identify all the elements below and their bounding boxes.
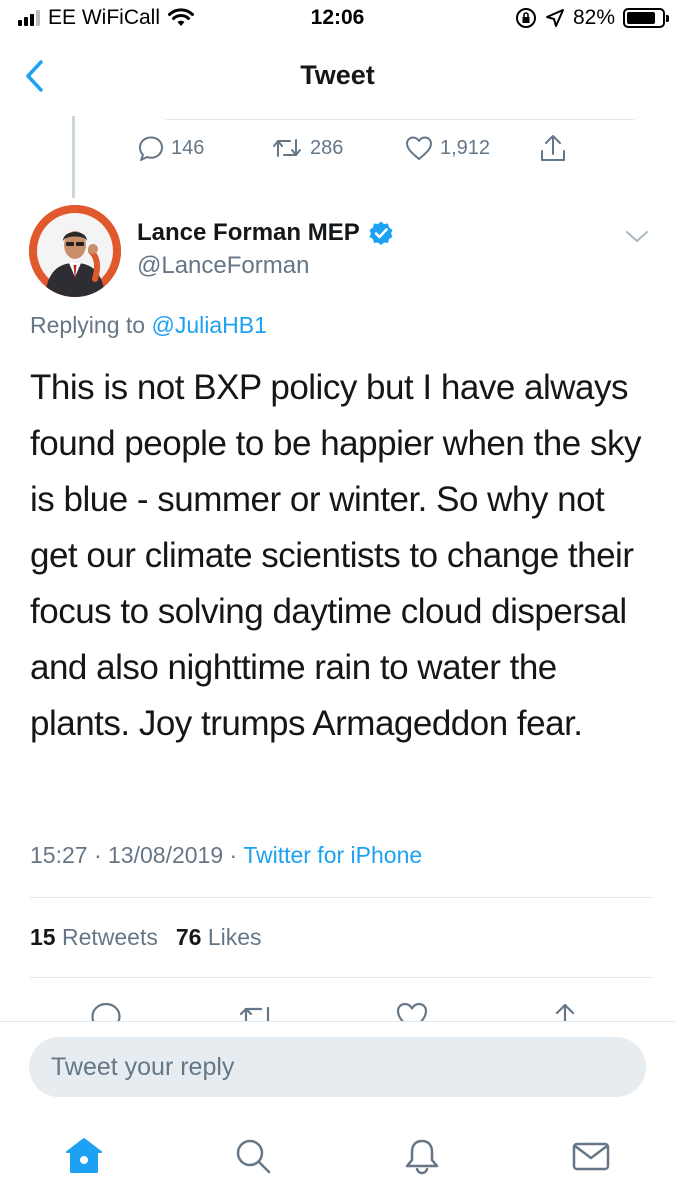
navigation-bar: Tweet [0, 42, 675, 112]
likes-stat-label: Likes [207, 924, 262, 950]
tweet-stats: 15 Retweets 76 Likes [30, 924, 262, 951]
like-count: 1,912 [440, 136, 491, 159]
tab-notifications[interactable] [400, 1134, 444, 1178]
meta-separator: · [229, 842, 238, 868]
avatar-image [29, 205, 121, 297]
reply-icon [139, 136, 163, 161]
tweet-action-bar [0, 996, 675, 1022]
meta-separator: · [93, 842, 102, 868]
share-icon [550, 1003, 580, 1022]
retweet-icon [239, 1006, 270, 1022]
verified-badge-icon [369, 221, 393, 245]
reply-input-placeholder: Tweet your reply [51, 1052, 235, 1081]
battery-icon [623, 8, 669, 28]
retweet-icon [273, 139, 301, 157]
retweet-button[interactable] [237, 1000, 277, 1022]
stats-divider-top [30, 897, 653, 898]
reply-icon [91, 1002, 121, 1022]
heart-icon [406, 136, 432, 160]
author-name[interactable]: Lance Forman MEP [137, 219, 394, 247]
previous-tweet-actions: 146 286 1,912 [0, 132, 675, 168]
replying-to-line: Replying to @JuliaHB1 [30, 312, 267, 339]
tweet-options-button[interactable] [623, 224, 651, 248]
location-icon [545, 9, 564, 27]
retweets-stat[interactable]: 15 Retweets [30, 924, 158, 951]
tab-messages[interactable] [569, 1134, 613, 1178]
messages-icon [572, 1142, 610, 1171]
reply-action[interactable]: 146 [137, 134, 204, 162]
status-indicators: 82% [515, 6, 669, 30]
like-action[interactable]: 1,912 [404, 134, 490, 162]
share-button[interactable] [547, 1000, 583, 1022]
stats-divider-bottom [30, 977, 653, 978]
tweet-source-link[interactable]: Twitter for iPhone [243, 842, 422, 868]
search-icon [236, 1139, 271, 1174]
retweet-action[interactable]: 286 [270, 134, 343, 162]
share-action[interactable] [538, 132, 568, 164]
author-avatar[interactable] [29, 205, 121, 297]
retweet-count: 286 [310, 136, 344, 159]
chevron-down-icon [626, 231, 648, 242]
status-bar: EE WiFiCall 12:06 82% [0, 0, 675, 38]
previous-tweet-edge [160, 112, 640, 120]
likes-stat-count: 76 [175, 924, 202, 950]
orientation-lock-icon [515, 8, 536, 28]
retweets-stat-count: 15 [30, 924, 56, 950]
tab-search[interactable] [231, 1134, 275, 1178]
tweet-time: 15:27 [30, 842, 88, 868]
replying-to-label: Replying to [30, 312, 146, 338]
reply-button[interactable] [89, 1000, 123, 1022]
author-handle[interactable]: @LanceForman [137, 252, 309, 280]
tweet-text: This is not BXP policy but I have always… [30, 368, 641, 743]
tab-bar [0, 1120, 675, 1200]
page-title: Tweet [300, 60, 375, 90]
retweets-stat-label: Retweets [61, 924, 158, 950]
share-icon [541, 135, 565, 161]
heart-icon [396, 1002, 428, 1022]
author-name-text: Lance Forman MEP [137, 219, 360, 246]
tweet-metadata: 15:27 · 13/08/2019 · Twitter for iPhone [30, 842, 422, 869]
replying-to-mention[interactable]: @JuliaHB1 [151, 312, 266, 338]
battery-percent: 82% [572, 6, 615, 29]
tweet-date: 13/08/2019 [108, 842, 224, 868]
composer-divider [0, 1021, 675, 1022]
home-icon [66, 1138, 102, 1173]
likes-stat[interactable]: 76 Likes [176, 924, 262, 951]
tab-home[interactable] [62, 1134, 106, 1178]
notifications-icon [405, 1139, 439, 1175]
reply-input[interactable]: Tweet your reply [29, 1037, 646, 1097]
like-button[interactable] [394, 1000, 430, 1022]
reply-count: 146 [171, 136, 205, 159]
